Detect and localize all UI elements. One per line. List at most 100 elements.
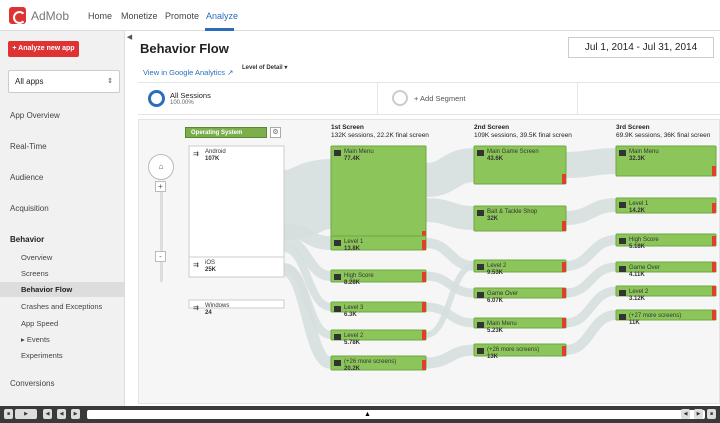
sidebar-subitem-overview[interactable]: Overview: [21, 253, 52, 262]
frame-forward-button[interactable]: ▶: [694, 409, 703, 419]
pan-control-icon[interactable]: ⌂: [148, 154, 174, 180]
sidebar-subitem-crashes[interactable]: Crashes and Exceptions: [21, 302, 102, 311]
col1-node-4[interactable]: Level 2 5.78K: [344, 333, 363, 347]
flow-connection: [425, 271, 475, 298]
flow-connection: [425, 344, 475, 369]
playhead-icon[interactable]: ▲: [364, 410, 371, 419]
col3-node-3[interactable]: Game Over 4.11K: [629, 265, 660, 279]
segment-bar: All Sessions 100.00% + Add Segment: [138, 82, 720, 115]
add-segment-label: + Add Segment: [414, 94, 466, 103]
os-node-ios[interactable]: iOS 25K: [205, 260, 216, 274]
arrow-icon: ⇉: [193, 262, 199, 269]
dropoff-marker: [562, 346, 566, 356]
stop-button[interactable]: ■: [4, 409, 13, 419]
gear-icon[interactable]: ⚙: [270, 127, 281, 138]
col3-node-4[interactable]: Level 2 3.12K: [629, 289, 648, 303]
view-in-google-analytics-link[interactable]: View in Google Analytics ↗: [143, 68, 233, 77]
col1-node-0[interactable]: Main Menu 77.4K: [344, 149, 374, 163]
flow-connection: [565, 235, 617, 271]
screen-icon: [334, 150, 341, 156]
screen-icon: [477, 210, 484, 216]
sidebar-item-behavior[interactable]: Behavior: [10, 235, 44, 244]
admob-logo-icon: [9, 7, 26, 24]
analyze-new-app-button[interactable]: + Analyze new app: [8, 41, 79, 57]
sidebar-item-audience[interactable]: Audience: [10, 173, 43, 182]
segment-ring-icon: [148, 90, 165, 107]
sidebar-subitem-app-speed[interactable]: App Speed: [21, 319, 58, 328]
nav-analyze[interactable]: Analyze: [206, 11, 238, 21]
top-navigation-bar: AdMob Home Monetize Promote Analyze: [0, 0, 720, 31]
previous-button[interactable]: ◀: [43, 409, 52, 419]
dropoff-marker: [422, 240, 426, 250]
col2-node-0[interactable]: Main Game Screen 43.6K: [487, 149, 539, 163]
sidebar-subitem-events[interactable]: ▸ Events: [21, 335, 50, 344]
play-button[interactable]: ▶: [15, 409, 37, 419]
screen-icon: [619, 314, 626, 320]
nav-monetize[interactable]: Monetize: [121, 11, 158, 21]
progress-track[interactable]: ▲: [87, 410, 705, 419]
column-header-2: 2nd Screen 109K sessions, 39.5K final scr…: [474, 124, 572, 139]
page-title: Behavior Flow: [140, 41, 229, 56]
sidebar-item-app-overview[interactable]: App Overview: [10, 111, 60, 120]
zoom-slider-track[interactable]: [160, 192, 163, 282]
video-control-bar: ■ ▶ ◀ ◀ ▶ ▲ ◀ ▶ ■: [0, 406, 720, 423]
date-range-picker[interactable]: Jul 1, 2014 - Jul 31, 2014: [568, 37, 714, 58]
col1-node-2[interactable]: High Score 8.28K: [344, 273, 374, 287]
col2-node-2[interactable]: Level 2 9.53K: [487, 263, 506, 277]
screen-icon: [477, 322, 484, 328]
frame-back-button[interactable]: ◀: [681, 409, 690, 419]
sidebar-subitem-experiments[interactable]: Experiments: [21, 351, 63, 360]
sidebar-subitem-screens[interactable]: Screens: [21, 269, 49, 278]
nav-promote[interactable]: Promote: [165, 11, 199, 21]
select-arrows-icon: ⇕: [107, 78, 113, 85]
sidebar-item-real-time[interactable]: Real-Time: [10, 142, 47, 151]
dropoff-marker: [712, 236, 716, 246]
col2-node-4[interactable]: Main Menu 5.23K: [487, 321, 517, 335]
zoom-in-button[interactable]: +: [155, 181, 166, 192]
col2-node-1[interactable]: Bait & Tackle Shop 32K: [487, 209, 537, 223]
collapse-sidebar-icon[interactable]: ◀: [125, 31, 134, 45]
col2-node-3[interactable]: Game Over 6.07K: [487, 291, 518, 305]
col2-node-5[interactable]: (+26 more screens) 13K: [487, 347, 539, 361]
arrow-icon: ⇉: [193, 151, 199, 158]
col3-node-2[interactable]: High Score 5.18K: [629, 237, 659, 251]
sidebar-item-conversions[interactable]: Conversions: [10, 379, 54, 388]
fullscreen-button[interactable]: ■: [707, 409, 716, 419]
sidebar-subitem-behavior-flow[interactable]: Behavior Flow: [21, 285, 72, 294]
col1-node-5[interactable]: (+26 more screens) 20.2K: [344, 359, 396, 373]
col3-node-0[interactable]: Main Menu 32.3K: [629, 149, 659, 163]
screen-icon: [334, 360, 341, 366]
dropoff-marker: [712, 166, 716, 176]
screen-icon: [477, 348, 484, 354]
main-content: Behavior Flow Jul 1, 2014 - Jul 31, 2014…: [134, 31, 720, 406]
col1-node-1[interactable]: Level 1 13.8K: [344, 239, 363, 253]
add-segment-button[interactable]: + Add Segment: [382, 83, 578, 115]
dropoff-marker: [562, 262, 566, 272]
os-node: [188, 256, 285, 278]
nav-home[interactable]: Home: [88, 11, 112, 21]
screen-icon: [477, 292, 484, 298]
col3-node-5[interactable]: (+27 more screens) 11K: [629, 313, 681, 327]
forward-button[interactable]: ▶: [71, 409, 80, 419]
dimension-selector[interactable]: Operating System: [185, 127, 267, 138]
dropoff-marker: [422, 330, 426, 340]
col1-node-3[interactable]: Level 3 6.3K: [344, 305, 363, 319]
rewind-button[interactable]: ◀: [57, 409, 66, 419]
segment-percent: 100.00%: [170, 100, 194, 106]
screen-icon: [619, 290, 626, 296]
dropoff-marker: [712, 310, 716, 320]
segment-all-sessions[interactable]: All Sessions 100.00%: [138, 83, 378, 115]
os-node-windows[interactable]: Windows 24: [205, 303, 229, 317]
level-of-detail-dropdown[interactable]: Level of Detail ▾: [242, 64, 287, 71]
segment-name: All Sessions: [170, 91, 211, 100]
sidebar-item-acquisition[interactable]: Acquisition: [10, 204, 49, 213]
screen-icon: [477, 264, 484, 270]
col3-node-1[interactable]: Level 1 14.2K: [629, 201, 648, 215]
os-node-android[interactable]: Android 107K: [205, 149, 226, 163]
app-selector[interactable]: All apps ⇕: [8, 70, 120, 93]
add-segment-circle-icon: [392, 90, 408, 106]
zoom-out-button[interactable]: -: [155, 251, 166, 262]
behavior-flow-chart[interactable]: ⇉ ⇉ ⇉ ⌂ + - Operating System ⚙ Android 107K…: [138, 119, 720, 404]
external-link-icon: ↗: [227, 68, 234, 77]
arrow-icon: ⇉: [193, 305, 199, 312]
